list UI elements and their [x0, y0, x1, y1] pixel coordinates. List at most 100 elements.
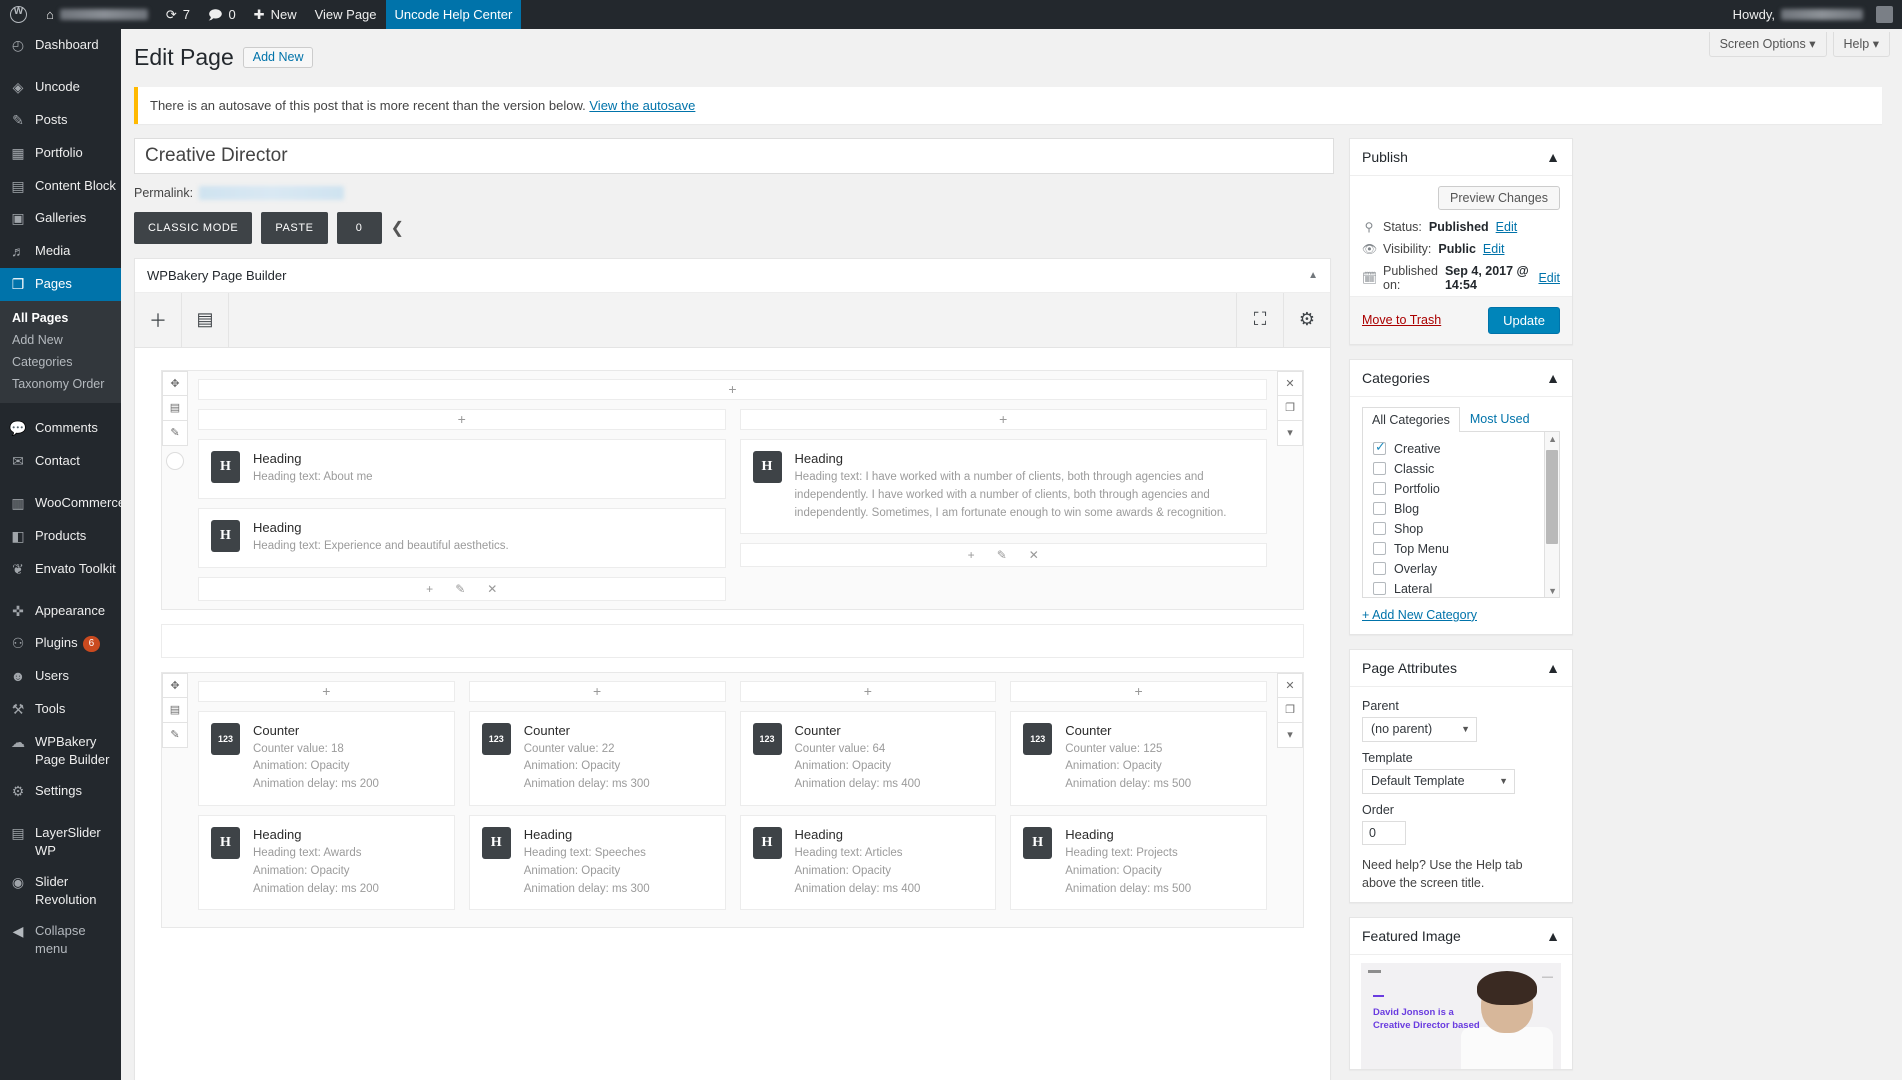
chevron-up-icon[interactable]: ▲ [1546, 370, 1560, 386]
column-delete-icon[interactable]: ✕ [487, 582, 497, 596]
column-add-icon[interactable]: + [968, 548, 975, 562]
gear-icon[interactable]: ⚙ [1283, 293, 1330, 347]
builder-empty-row[interactable] [161, 624, 1304, 658]
new-content-menu[interactable]: ✚ New [245, 0, 306, 29]
sidebar-item-wpbakery-page-builder[interactable]: ☁WPBakery Page Builder [0, 726, 121, 775]
category-item[interactable]: Shop [1363, 519, 1559, 539]
column-add-icon[interactable]: + [426, 582, 433, 596]
template-select[interactable]: Default Template ▼ [1362, 769, 1515, 794]
category-item[interactable]: Blog [1363, 499, 1559, 519]
screen-options-button[interactable]: Screen Options ▾ [1709, 32, 1827, 57]
row-delete-icon[interactable]: ✕ [1277, 371, 1303, 396]
chevron-up-icon[interactable]: ▲ [1546, 660, 1560, 676]
column-add-element-bar[interactable]: + [740, 681, 997, 702]
row-layout-icon[interactable]: ▤ [162, 698, 188, 723]
column-add-element-bar[interactable]: + [469, 681, 726, 702]
permalink-value-masked[interactable] [199, 186, 344, 200]
category-checkbox[interactable] [1373, 522, 1386, 535]
submenu-item-taxonomy-order[interactable]: Taxonomy Order [0, 373, 121, 395]
builder-element-heading[interactable]: HHeadingHeading text: About me [198, 439, 726, 499]
category-item[interactable]: Top Menu [1363, 539, 1559, 559]
column-add-element-bar[interactable]: + [1010, 681, 1267, 702]
column-add-element-bar[interactable]: + [198, 409, 726, 430]
help-button[interactable]: Help ▾ [1833, 32, 1890, 57]
sidebar-item-tools[interactable]: ⚒Tools [0, 693, 121, 726]
category-checkbox[interactable] [1373, 582, 1386, 595]
builder-element-counter[interactable]: 123CounterCounter value: 22Animation: Op… [469, 711, 726, 806]
category-checkbox[interactable] [1373, 502, 1386, 515]
site-name-menu[interactable]: ⌂ [37, 0, 157, 29]
builder-element-heading[interactable]: HHeadingHeading text: AwardsAnimation: O… [198, 815, 455, 910]
chevron-up-icon[interactable]: ▲ [1546, 149, 1560, 165]
sidebar-item-plugins[interactable]: ⚇Plugins6 [0, 627, 121, 660]
column-edit-icon[interactable]: ✎ [997, 548, 1007, 562]
categories-box-header[interactable]: Categories ▲ [1350, 360, 1572, 397]
preview-changes-button[interactable]: Preview Changes [1438, 186, 1560, 210]
category-checkbox[interactable] [1373, 462, 1386, 475]
sidebar-item-users[interactable]: ☻Users [0, 660, 121, 693]
builder-element-heading[interactable]: HHeadingHeading text: ProjectsAnimation:… [1010, 815, 1267, 910]
builder-element-heading[interactable]: HHeadingHeading text: Experience and bea… [198, 508, 726, 568]
move-to-trash-link[interactable]: Move to Trash [1362, 313, 1441, 327]
sidebar-item-pages[interactable]: ❐Pages [0, 268, 121, 301]
publish-box-header[interactable]: Publish ▲ [1350, 139, 1572, 176]
sidebar-item-galleries[interactable]: ▣Galleries [0, 202, 121, 235]
sidebar-item-collapse-menu[interactable]: ◀Collapse menu [0, 915, 121, 964]
chevron-left-icon[interactable]: ❮ [391, 218, 404, 238]
parent-select[interactable]: (no parent) ▼ [1362, 717, 1477, 742]
category-checkbox[interactable] [1373, 542, 1386, 555]
row-delete-icon[interactable]: ✕ [1277, 673, 1303, 698]
sidebar-item-settings[interactable]: ⚙Settings [0, 775, 121, 808]
column-edit-icon[interactable]: ✎ [455, 582, 465, 596]
tab-most-used[interactable]: Most Used [1460, 406, 1540, 431]
category-item[interactable]: Classic [1363, 459, 1559, 479]
sidebar-item-woocommerce[interactable]: ▥WooCommerce [0, 487, 121, 520]
row-layout-icon[interactable]: ▤ [162, 396, 188, 421]
submenu-item-categories[interactable]: Categories [0, 351, 121, 373]
category-item[interactable]: Portfolio [1363, 479, 1559, 499]
chevron-up-icon[interactable]: ▲ [1308, 270, 1318, 281]
update-button[interactable]: Update [1488, 307, 1560, 334]
fullscreen-icon[interactable]: ⛶ [1236, 293, 1283, 347]
chevron-up-icon[interactable]: ▲ [1546, 928, 1560, 944]
column-add-element-bar[interactable]: + [740, 409, 1268, 430]
row-clone-icon[interactable]: ❐ [1277, 698, 1303, 723]
category-checkbox[interactable] [1373, 442, 1386, 455]
featured-image-header[interactable]: Featured Image ▲ [1350, 918, 1572, 955]
sidebar-item-appearance[interactable]: ✜Appearance [0, 595, 121, 628]
column-add-element-bar[interactable]: + [198, 681, 455, 702]
add-new-category-link[interactable]: + Add New Category [1362, 598, 1560, 622]
sidebar-item-layerslider-wp[interactable]: ▤LayerSlider WP [0, 817, 121, 866]
sidebar-item-media[interactable]: ♬Media [0, 235, 121, 268]
sidebar-item-dashboard[interactable]: ◴Dashboard [0, 29, 121, 62]
add-element-button[interactable]: ＋ [135, 293, 182, 347]
uncode-help-center-link[interactable]: Uncode Help Center [386, 0, 522, 29]
paste-button[interactable]: PASTE [261, 212, 327, 244]
wpbakery-metabox-header[interactable]: WPBakery Page Builder ▲ [135, 259, 1330, 293]
sidebar-item-products[interactable]: ◧Products [0, 520, 121, 553]
row-more-icon[interactable]: ▾ [1277, 723, 1303, 748]
updates-menu[interactable]: ⟳ 7 [157, 0, 199, 29]
row-add-element-bar[interactable]: + [198, 379, 1267, 400]
row-more-icon[interactable]: ▾ [1277, 421, 1303, 446]
scroll-up-arrow-icon[interactable]: ▲ [1548, 434, 1557, 444]
wordpress-logo-menu[interactable] [0, 0, 37, 29]
builder-element-heading[interactable]: HHeadingHeading text: ArticlesAnimation:… [740, 815, 997, 910]
builder-element-heading[interactable]: HHeadingHeading text: SpeechesAnimation:… [469, 815, 726, 910]
row-move-icon[interactable]: ✥ [162, 673, 188, 698]
sidebar-item-envato-toolkit[interactable]: ❦Envato Toolkit [0, 553, 121, 586]
column-delete-icon[interactable]: ✕ [1029, 548, 1039, 562]
sidebar-item-uncode[interactable]: ◈Uncode [0, 71, 121, 104]
classic-mode-button[interactable]: CLASSIC MODE [134, 212, 252, 244]
sidebar-item-comments[interactable]: 💬Comments [0, 412, 121, 445]
row-move-icon[interactable]: ✥ [162, 371, 188, 396]
categories-scrollbar[interactable]: ▲ ▼ [1544, 432, 1559, 598]
order-input[interactable]: 0 [1362, 821, 1406, 845]
builder-element-counter[interactable]: 123CounterCounter value: 125Animation: O… [1010, 711, 1267, 806]
category-item[interactable]: Creative [1363, 439, 1559, 459]
view-page-link[interactable]: View Page [306, 0, 386, 29]
post-title-input[interactable] [134, 138, 1334, 174]
category-checkbox[interactable] [1373, 562, 1386, 575]
edit-visibility-link[interactable]: Edit [1483, 242, 1505, 256]
my-account-menu[interactable]: Howdy, [1724, 0, 1902, 29]
